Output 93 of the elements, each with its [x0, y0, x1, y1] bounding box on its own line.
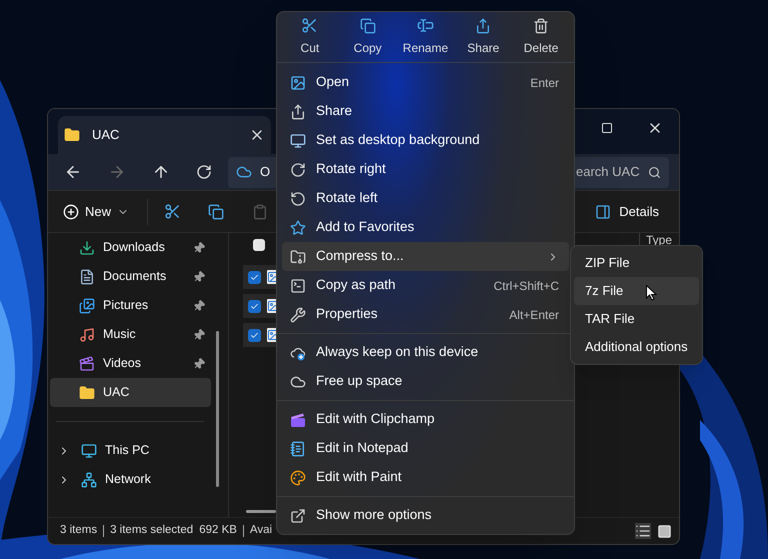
sidebar-item[interactable]: Downloads	[50, 233, 211, 262]
sidebar-item[interactable]: Videos	[50, 349, 211, 378]
sidebar-item[interactable]: This PC	[50, 436, 211, 465]
maximize-icon[interactable]	[601, 122, 613, 134]
search-icon	[648, 166, 661, 178]
video-icon	[79, 356, 95, 372]
mouse-cursor-icon	[646, 285, 657, 301]
notepad-icon	[290, 440, 306, 456]
menu-action-button[interactable]: Cut	[284, 17, 336, 57]
up-icon[interactable]	[152, 163, 170, 181]
menu-item[interactable]: Add to Favorites	[282, 213, 569, 242]
wrench-icon	[290, 306, 306, 322]
menu-item[interactable]: Show more options	[282, 501, 569, 530]
menu-item[interactable]: Properties Alt+Enter	[282, 300, 569, 329]
status-text: 3 items selected	[110, 523, 194, 538]
submenu-item[interactable]: 7z File	[574, 277, 699, 305]
picture-icon	[79, 298, 95, 314]
clapper-icon	[290, 412, 306, 428]
cloud-icon	[290, 374, 306, 390]
menu-action-button[interactable]: Rename	[399, 17, 452, 57]
cloud-icon	[236, 164, 252, 180]
menu-item[interactable]: Copy as path Ctrl+Shift+C	[282, 271, 569, 300]
check-icon	[250, 330, 259, 340]
menu-item[interactable]: Open Enter	[282, 68, 569, 97]
document-icon	[79, 268, 95, 284]
refresh-icon[interactable]	[196, 164, 212, 180]
sidebar-item[interactable]: UAC	[50, 378, 211, 407]
forward-icon[interactable]	[108, 163, 126, 181]
zip-folder-icon	[290, 248, 306, 264]
menu-item[interactable]: Edit with Paint	[282, 463, 569, 492]
network-icon	[81, 472, 97, 488]
sidebar-item[interactable]: Pictures	[50, 291, 211, 320]
new-button[interactable]: New	[63, 202, 130, 222]
shortcut-text: Enter	[530, 74, 559, 92]
rotate-right-icon	[290, 162, 306, 178]
rename-icon	[416, 17, 434, 34]
menu-item[interactable]: Always keep on this device	[282, 338, 569, 367]
rotate-left-icon	[290, 190, 306, 206]
status-text: 692 KB	[199, 523, 237, 538]
details-button[interactable]: Details	[595, 202, 659, 222]
sidebar-item[interactable]: Music	[50, 320, 211, 349]
status-text: Avai	[250, 523, 272, 538]
monitor-icon	[290, 132, 306, 148]
list-view-icon[interactable]	[635, 523, 651, 539]
palette-icon	[290, 470, 306, 486]
download-icon	[79, 240, 95, 256]
menu-item[interactable]: Edit in Notepad	[282, 434, 569, 463]
submenu-item[interactable]: TAR File	[574, 305, 699, 333]
share-icon	[475, 18, 492, 34]
copy-icon	[360, 18, 376, 34]
menu-item[interactable]: Rotate right	[282, 155, 569, 184]
address-text: O	[260, 163, 270, 182]
menu-item[interactable]: Edit with Clipchamp	[282, 405, 569, 434]
window-tab[interactable]: UAC	[58, 116, 271, 154]
check-icon	[250, 302, 259, 310]
plus-icon	[63, 204, 79, 220]
menu-action-button[interactable]: Share	[457, 18, 510, 56]
menu-item[interactable]: Free up space	[282, 367, 569, 396]
star-icon	[290, 220, 306, 236]
share-icon	[290, 104, 306, 120]
submenu-item[interactable]: Additional options	[574, 333, 699, 361]
details-pane-icon	[595, 204, 612, 220]
scrollbar[interactable]	[216, 331, 219, 487]
menu-item[interactable]: Rotate left	[282, 184, 569, 213]
scrollbar[interactable]	[246, 510, 276, 513]
shortcut-text: Alt+Enter	[509, 306, 559, 324]
menu-item[interactable]: Compress to...	[282, 242, 569, 271]
folder-icon	[79, 384, 95, 400]
copy-icon[interactable]	[208, 204, 224, 220]
checkbox[interactable]	[253, 239, 265, 251]
sidebar-item[interactable]: Network	[50, 465, 211, 494]
sidebar-item[interactable]: Documents	[50, 262, 211, 291]
delete-icon	[533, 18, 550, 34]
monitor-icon	[81, 442, 97, 458]
menu-action-button[interactable]: Delete	[515, 18, 568, 56]
menu-item[interactable]: Set as desktop background	[282, 126, 569, 155]
status-text: 3 items	[60, 523, 98, 538]
image-icon	[290, 74, 306, 90]
menu-item[interactable]: Share	[282, 97, 569, 126]
checkbox[interactable]	[248, 300, 261, 312]
cut-icon	[301, 17, 318, 34]
cut-icon[interactable]	[164, 203, 182, 220]
checkbox[interactable]	[248, 328, 261, 342]
show-more-icon	[290, 508, 306, 524]
checkbox[interactable]	[248, 270, 261, 284]
submenu-item[interactable]: ZIP File	[574, 249, 699, 277]
tile-view-icon[interactable]	[657, 524, 672, 538]
music-icon	[79, 326, 95, 342]
menu-action-button[interactable]: Copy	[342, 18, 394, 56]
check-icon	[250, 272, 259, 282]
shortcut-text: Ctrl+Shift+C	[494, 278, 559, 294]
folder-icon	[64, 127, 80, 143]
back-icon[interactable]	[64, 163, 82, 181]
